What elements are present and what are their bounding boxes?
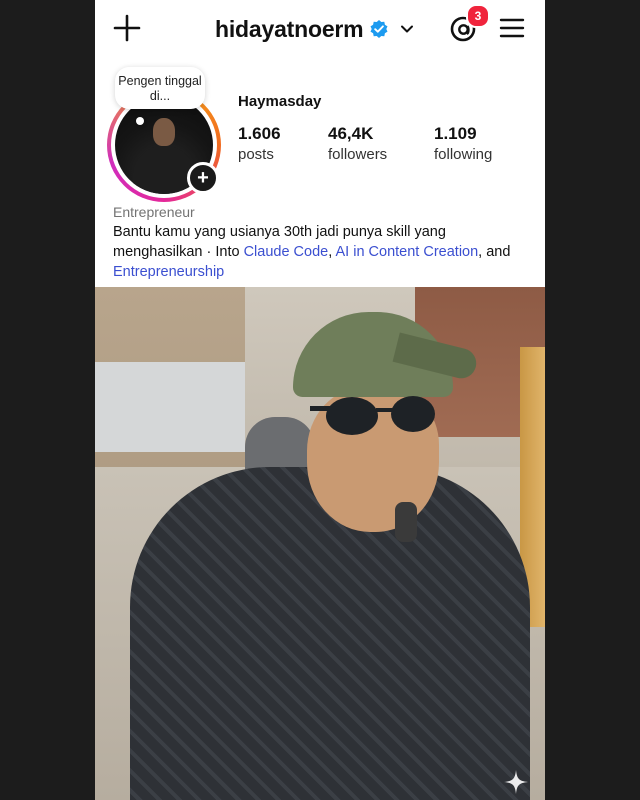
profile-video[interactable] xyxy=(95,287,545,800)
profile-category: Entrepreneur xyxy=(113,204,195,220)
top-bar: hidayatnoerm 3 xyxy=(95,0,545,60)
note-tail xyxy=(136,117,144,125)
plus-icon[interactable] xyxy=(113,14,141,42)
bio: Bantu kamu yang usianya 30th jadi punya … xyxy=(113,224,511,280)
display-name: Haymasday xyxy=(238,93,322,110)
add-story-button[interactable]: + xyxy=(187,162,219,194)
hamburger-menu-icon[interactable] xyxy=(499,17,525,39)
account-switcher[interactable]: hidayatnoerm xyxy=(215,14,415,44)
stat-posts[interactable]: 1.606 posts xyxy=(238,124,281,163)
stat-followers[interactable]: 46,4K followers xyxy=(328,124,387,163)
verified-icon xyxy=(370,20,388,38)
username: hidayatnoerm xyxy=(215,15,364,42)
sparkle-icon xyxy=(504,770,528,794)
bio-link-entrepreneurship[interactable]: Entrepreneurship xyxy=(113,264,224,280)
notification-badge: 3 xyxy=(466,4,490,28)
stat-following[interactable]: 1.109 following xyxy=(434,124,492,163)
profile-screen: hidayatnoerm 3 + Pengen tinggal di... Ha… xyxy=(95,0,545,800)
note-bubble[interactable]: Pengen tinggal di... xyxy=(115,67,205,109)
bio-link-claude-code[interactable]: Claude Code xyxy=(244,244,329,260)
sunglasses xyxy=(310,396,435,435)
bio-link-ai-content-creation[interactable]: AI in Content Creation xyxy=(336,244,479,260)
chevron-down-icon[interactable] xyxy=(399,21,415,37)
